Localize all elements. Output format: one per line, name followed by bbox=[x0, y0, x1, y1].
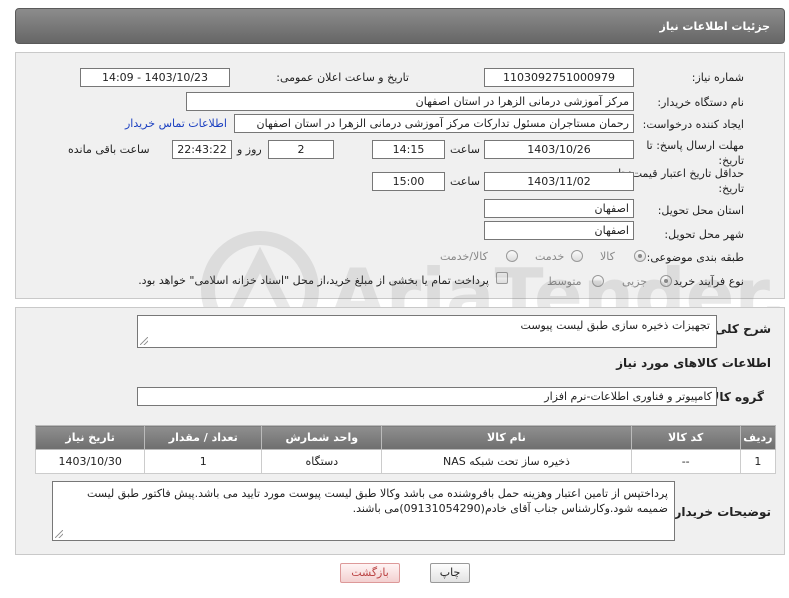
buyer-notes-text: پرداختپس از تامین اعتبار وهزینه حمل بافر… bbox=[86, 487, 668, 515]
category-radio-goods[interactable] bbox=[634, 250, 646, 262]
goods-group-field: کامپیوتر و فناوری اطلاعات-نرم افزار bbox=[137, 387, 717, 406]
category-radio-service[interactable] bbox=[571, 250, 583, 262]
days-field: 2 bbox=[268, 140, 334, 159]
page-title: جزئیات اطلاعات نیاز bbox=[659, 20, 771, 33]
col-header-need-date: تاریخ نیاز bbox=[34, 425, 146, 450]
treasury-payment-checkbox[interactable] bbox=[496, 272, 508, 284]
process-option-minor: جزیی bbox=[622, 275, 648, 288]
process-radio-minor[interactable] bbox=[660, 275, 672, 287]
province-label: استان محل تحویل: bbox=[657, 204, 744, 217]
category-label: طبقه بندی موضوعی: bbox=[646, 251, 744, 264]
col-header-quantity: تعداد / مقدار bbox=[144, 425, 263, 450]
cell-goods-name: ذخیره ساز تحت شبکه NAS bbox=[381, 449, 632, 474]
buyer-contact-link[interactable]: اطلاعات تماس خریدار bbox=[125, 117, 227, 130]
cell-quantity: 1 bbox=[144, 449, 263, 474]
city-label: شهر محل تحویل: bbox=[664, 228, 744, 241]
col-header-goods-name: نام کالا bbox=[381, 425, 632, 450]
category-option-service: خدمت bbox=[535, 250, 565, 263]
price-time-label: ساعت bbox=[450, 175, 480, 188]
description-text: تجهیزات ذخیره سازی طبق لیست پیوست bbox=[520, 319, 710, 332]
cell-need-date: 1403/10/30 bbox=[34, 449, 146, 474]
buyer-org-label: نام دستگاه خریدار: bbox=[657, 96, 744, 109]
buyer-org-field: مرکز آموزشی درمانی الزهرا در استان اصفها… bbox=[186, 92, 634, 111]
cell-row-number: 1 bbox=[739, 449, 777, 474]
remaining-time-label: ساعت باقی مانده bbox=[68, 143, 150, 156]
price-date-field: 1403/11/02 bbox=[484, 172, 634, 191]
buyer-notes-field: پرداختپس از تامین اعتبار وهزینه حمل بافر… bbox=[52, 481, 675, 541]
process-radio-medium[interactable] bbox=[592, 275, 604, 287]
requester-field: رحمان مستاجران مسئول تدارکات مرکز آموزشی… bbox=[234, 114, 634, 133]
resize-grip[interactable] bbox=[55, 530, 63, 538]
reply-date-field: 1403/10/26 bbox=[484, 140, 634, 159]
announce-datetime-field: 1403/10/23 - 14:09 bbox=[80, 68, 230, 87]
resize-grip[interactable] bbox=[140, 337, 148, 345]
requester-label: ایجاد کننده درخواست: bbox=[642, 118, 744, 131]
city-field: اصفهان bbox=[484, 221, 634, 240]
remaining-time-field: 22:43:22 bbox=[172, 140, 232, 159]
reply-time-field: 14:15 bbox=[372, 140, 445, 159]
days-label: روز و bbox=[237, 143, 262, 156]
category-option-goods: کالا bbox=[600, 250, 615, 263]
cell-unit: دستگاه bbox=[261, 449, 383, 474]
goods-table: ردیف کد کالا نام کالا واحد شمارش تعداد /… bbox=[34, 425, 777, 474]
reply-deadline-label: مهلت ارسال پاسخ: تا تاریخ: bbox=[646, 139, 744, 167]
reply-time-label: ساعت bbox=[450, 143, 480, 156]
col-header-unit: واحد شمارش bbox=[261, 425, 383, 450]
process-type-label: نوع فرآیند خرید : bbox=[666, 275, 744, 288]
table-row: 1 -- ذخیره ساز تحت شبکه NAS دستگاه 1 140… bbox=[34, 449, 777, 474]
back-button[interactable]: بازگشت bbox=[340, 563, 400, 583]
buyer-notes-label: توضیحات خریدار: bbox=[669, 505, 771, 519]
col-header-row-number: ردیف bbox=[739, 425, 777, 450]
goods-section-title: اطلاعات کالاهای مورد نیاز bbox=[616, 356, 771, 370]
category-radio-goods-service[interactable] bbox=[506, 250, 518, 262]
print-button[interactable]: چاپ bbox=[430, 563, 470, 583]
province-field: اصفهان bbox=[484, 199, 634, 218]
page-header: جزئیات اطلاعات نیاز bbox=[15, 8, 785, 44]
description-field: تجهیزات ذخیره سازی طبق لیست پیوست bbox=[137, 315, 717, 348]
need-number-field: 1103092751000979 bbox=[484, 68, 634, 87]
col-header-goods-code: کد کالا bbox=[630, 425, 741, 450]
category-option-goods-service: کالا/خدمت bbox=[440, 250, 488, 263]
price-time-field: 15:00 bbox=[372, 172, 445, 191]
need-number-label: شماره نیاز: bbox=[691, 71, 744, 84]
announce-datetime-label: تاریخ و ساعت اعلان عمومی: bbox=[276, 71, 409, 84]
cell-goods-code: -- bbox=[630, 449, 741, 474]
treasury-payment-note: پرداخت تمام یا بخشی از مبلغ خرید،از محل … bbox=[138, 274, 489, 287]
table-header-row: ردیف کد کالا نام کالا واحد شمارش تعداد /… bbox=[34, 425, 777, 450]
process-option-medium: متوسط bbox=[547, 275, 582, 288]
